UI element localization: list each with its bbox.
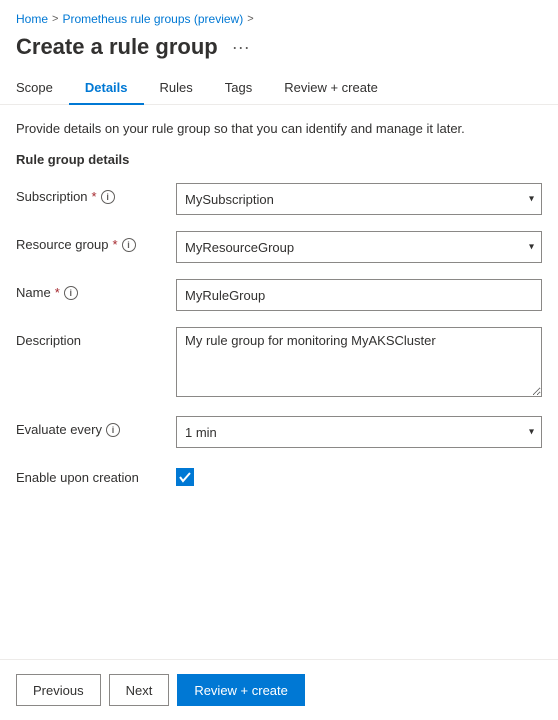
page-header: Create a rule group ··· [0,30,558,72]
page-title: Create a rule group [16,34,218,60]
tab-nav: Scope Details Rules Tags Review + create [0,72,558,105]
tab-review-create[interactable]: Review + create [268,72,394,105]
evaluate-every-label: Evaluate every i [16,416,176,437]
tab-scope[interactable]: Scope [16,72,69,105]
resource-group-select-wrapper: MyResourceGroup ▾ [176,231,542,263]
checkmark-icon [179,471,191,483]
breadcrumb-home[interactable]: Home [16,12,48,26]
resource-group-control: MyResourceGroup ▾ [176,231,542,263]
tab-tags[interactable]: Tags [209,72,268,105]
subscription-control: MySubscription ▾ [176,183,542,215]
info-text: Provide details on your rule group so th… [16,121,542,136]
enable-creation-checkbox-wrapper [176,464,542,486]
description-input[interactable]: My rule group for monitoring MyAKSCluste… [176,327,542,397]
section-title: Rule group details [16,152,542,167]
resource-group-info-icon[interactable]: i [122,238,136,252]
form-content: Provide details on your rule group so th… [0,105,558,518]
description-row: Description My rule group for monitoring… [16,327,542,400]
subscription-row: Subscription * i MySubscription ▾ [16,183,542,215]
subscription-label: Subscription * i [16,183,176,204]
evaluate-every-row: Evaluate every i 1 min ▾ [16,416,542,448]
evaluate-every-control: 1 min ▾ [176,416,542,448]
enable-creation-control [176,464,542,486]
resource-group-row: Resource group * i MyResourceGroup ▾ [16,231,542,263]
name-label: Name * i [16,279,176,300]
name-row: Name * i [16,279,542,311]
name-required: * [55,285,60,300]
subscription-info-icon[interactable]: i [101,190,115,204]
resource-group-required: * [113,237,118,252]
review-create-button[interactable]: Review + create [177,674,305,706]
enable-creation-row: Enable upon creation [16,464,542,486]
breadcrumb: Home > Prometheus rule groups (preview) … [0,0,558,30]
enable-creation-label: Enable upon creation [16,464,176,485]
evaluate-every-select-wrapper: 1 min ▾ [176,416,542,448]
evaluate-every-info-icon[interactable]: i [106,423,120,437]
breadcrumb-sep-1: > [52,13,58,25]
subscription-select-wrapper: MySubscription ▾ [176,183,542,215]
name-control [176,279,542,311]
resource-group-select[interactable]: MyResourceGroup [176,231,542,263]
previous-button[interactable]: Previous [16,674,101,706]
subscription-select[interactable]: MySubscription [176,183,542,215]
subscription-required: * [92,189,97,204]
description-control: My rule group for monitoring MyAKSCluste… [176,327,542,400]
more-options-icon[interactable]: ··· [226,35,256,60]
name-input[interactable] [176,279,542,311]
tab-rules[interactable]: Rules [144,72,209,105]
description-label: Description [16,327,176,348]
evaluate-every-select[interactable]: 1 min [176,416,542,448]
enable-creation-checkbox[interactable] [176,468,194,486]
name-info-icon[interactable]: i [64,286,78,300]
footer: Previous Next Review + create [0,659,558,720]
breadcrumb-rule-groups[interactable]: Prometheus rule groups (preview) [62,12,243,26]
breadcrumb-sep-2: > [247,13,253,25]
tab-details[interactable]: Details [69,72,144,105]
resource-group-label: Resource group * i [16,231,176,252]
next-button[interactable]: Next [109,674,170,706]
